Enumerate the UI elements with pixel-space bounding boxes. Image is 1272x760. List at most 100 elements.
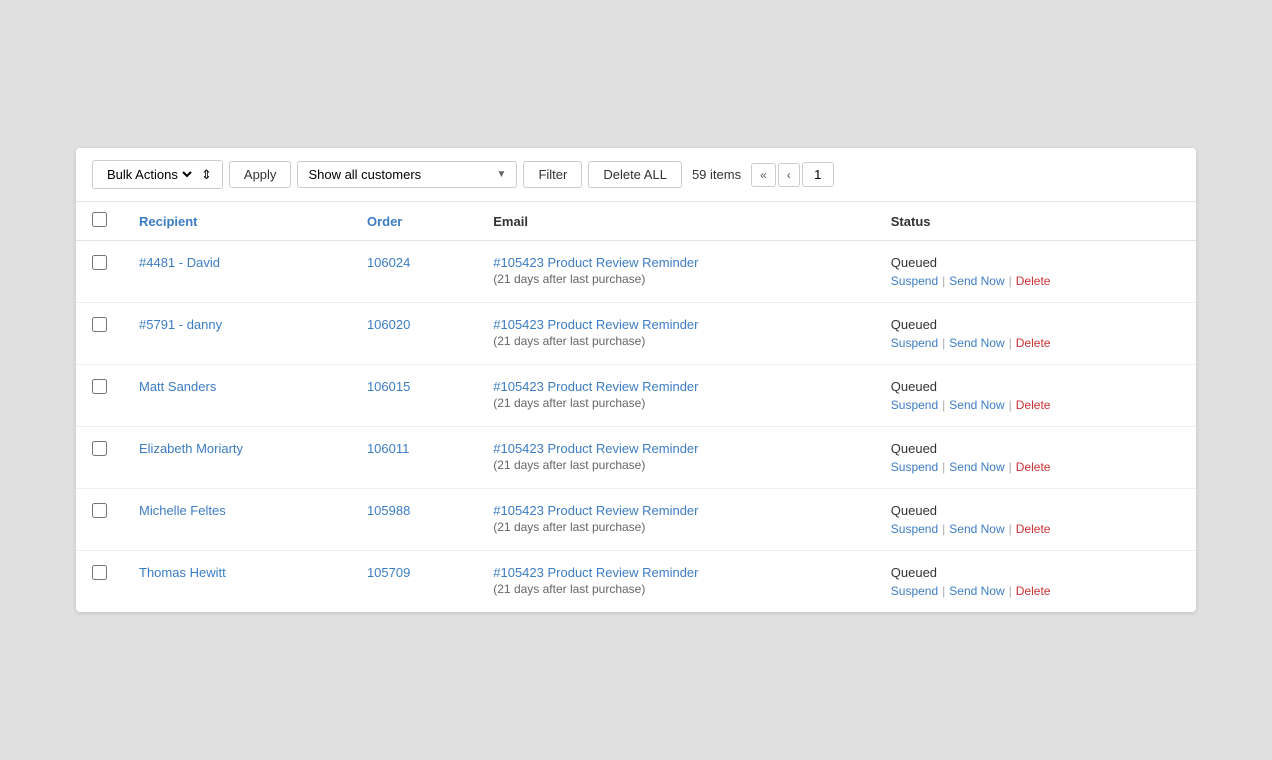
- queue-table: Recipient Order Email Status #4481 - Dav…: [76, 202, 1196, 612]
- delete-link[interactable]: Delete: [1016, 522, 1051, 536]
- recipient-link[interactable]: Matt Sanders: [139, 379, 216, 394]
- filter-button[interactable]: Filter: [523, 161, 582, 188]
- recipient-cell: Elizabeth Moriarty: [123, 427, 351, 489]
- bulk-actions-select[interactable]: Bulk Actions: [103, 166, 195, 183]
- recipient-link[interactable]: Elizabeth Moriarty: [139, 441, 243, 456]
- separator: |: [1009, 460, 1012, 474]
- recipient-cell: #4481 - David: [123, 241, 351, 303]
- send-now-link[interactable]: Send Now: [949, 398, 1004, 412]
- table-row: Thomas Hewitt 105709 #105423 Product Revi…: [76, 551, 1196, 613]
- separator: |: [1009, 336, 1012, 350]
- email-cell: #105423 Product Review Reminder (21 days…: [477, 303, 875, 365]
- page-number-input[interactable]: [802, 162, 834, 187]
- recipient-cell: Michelle Feltes: [123, 489, 351, 551]
- prev-page-button[interactable]: ‹: [778, 163, 800, 187]
- recipient-header[interactable]: Recipient: [123, 202, 351, 241]
- row-checkbox-cell[interactable]: [76, 365, 123, 427]
- order-link[interactable]: 106024: [367, 255, 410, 270]
- delete-link[interactable]: Delete: [1016, 398, 1051, 412]
- table-row: Michelle Feltes 105988 #105423 Product Re…: [76, 489, 1196, 551]
- recipient-link[interactable]: #5791 - danny: [139, 317, 222, 332]
- suspend-link[interactable]: Suspend: [891, 274, 938, 288]
- select-all-checkbox[interactable]: [92, 212, 107, 227]
- email-subject-link[interactable]: #105423 Product Review Reminder: [493, 317, 698, 332]
- suspend-link[interactable]: Suspend: [891, 336, 938, 350]
- select-all-header[interactable]: [76, 202, 123, 241]
- separator: |: [942, 336, 945, 350]
- delete-link[interactable]: Delete: [1016, 274, 1051, 288]
- order-link[interactable]: 105988: [367, 503, 410, 518]
- bulk-actions-wrapper[interactable]: Bulk Actions ⇕: [92, 160, 223, 189]
- apply-button[interactable]: Apply: [229, 161, 292, 188]
- row-checkbox[interactable]: [92, 565, 107, 580]
- send-now-link[interactable]: Send Now: [949, 522, 1004, 536]
- status-actions: Suspend | Send Now | Delete: [891, 522, 1180, 536]
- status-cell: Queued Suspend | Send Now | Delete: [875, 365, 1196, 427]
- row-checkbox[interactable]: [92, 441, 107, 456]
- status-cell: Queued Suspend | Send Now | Delete: [875, 489, 1196, 551]
- row-checkbox[interactable]: [92, 255, 107, 270]
- separator: |: [1009, 522, 1012, 536]
- first-page-button[interactable]: «: [751, 163, 776, 187]
- status-text: Queued: [891, 255, 1180, 270]
- status-cell: Queued Suspend | Send Now | Delete: [875, 241, 1196, 303]
- recipient-cell: Thomas Hewitt: [123, 551, 351, 613]
- row-checkbox-cell[interactable]: [76, 489, 123, 551]
- chevron-down-icon: ▼: [497, 169, 507, 180]
- recipient-link[interactable]: Michelle Feltes: [139, 503, 226, 518]
- send-now-link[interactable]: Send Now: [949, 274, 1004, 288]
- order-link[interactable]: 105709: [367, 565, 410, 580]
- recipient-link[interactable]: Thomas Hewitt: [139, 565, 226, 580]
- filter-dropdown[interactable]: Show all customers ▼: [297, 161, 517, 188]
- send-now-link[interactable]: Send Now: [949, 336, 1004, 350]
- main-panel: Bulk Actions ⇕ Apply Show all customers …: [76, 148, 1196, 612]
- separator: |: [942, 522, 945, 536]
- email-subject-link[interactable]: #105423 Product Review Reminder: [493, 379, 698, 394]
- recipient-cell: #5791 - danny: [123, 303, 351, 365]
- order-cell: 106024: [351, 241, 477, 303]
- email-note: (21 days after last purchase): [493, 458, 859, 472]
- suspend-link[interactable]: Suspend: [891, 398, 938, 412]
- suspend-link[interactable]: Suspend: [891, 460, 938, 474]
- email-subject-link[interactable]: #105423 Product Review Reminder: [493, 503, 698, 518]
- separator: |: [1009, 398, 1012, 412]
- order-cell: 105988: [351, 489, 477, 551]
- email-note: (21 days after last purchase): [493, 520, 859, 534]
- email-header: Email: [477, 202, 875, 241]
- email-subject-link[interactable]: #105423 Product Review Reminder: [493, 565, 698, 580]
- row-checkbox-cell[interactable]: [76, 241, 123, 303]
- delete-link[interactable]: Delete: [1016, 584, 1051, 598]
- status-text: Queued: [891, 317, 1180, 332]
- suspend-link[interactable]: Suspend: [891, 522, 938, 536]
- order-link[interactable]: 106015: [367, 379, 410, 394]
- email-cell: #105423 Product Review Reminder (21 days…: [477, 427, 875, 489]
- send-now-link[interactable]: Send Now: [949, 584, 1004, 598]
- row-checkbox-cell[interactable]: [76, 303, 123, 365]
- status-text: Queued: [891, 503, 1180, 518]
- row-checkbox[interactable]: [92, 317, 107, 332]
- row-checkbox-cell[interactable]: [76, 427, 123, 489]
- send-now-link[interactable]: Send Now: [949, 460, 1004, 474]
- separator: |: [1009, 274, 1012, 288]
- delete-link[interactable]: Delete: [1016, 336, 1051, 350]
- email-cell: #105423 Product Review Reminder (21 days…: [477, 489, 875, 551]
- email-subject-link[interactable]: #105423 Product Review Reminder: [493, 255, 698, 270]
- order-link[interactable]: 106020: [367, 317, 410, 332]
- row-checkbox[interactable]: [92, 503, 107, 518]
- order-cell: 106011: [351, 427, 477, 489]
- email-note: (21 days after last purchase): [493, 396, 859, 410]
- separator: |: [942, 398, 945, 412]
- row-checkbox-cell[interactable]: [76, 551, 123, 613]
- email-cell: #105423 Product Review Reminder (21 days…: [477, 551, 875, 613]
- email-cell: #105423 Product Review Reminder (21 days…: [477, 241, 875, 303]
- status-cell: Queued Suspend | Send Now | Delete: [875, 427, 1196, 489]
- order-cell: 106015: [351, 365, 477, 427]
- delete-link[interactable]: Delete: [1016, 460, 1051, 474]
- row-checkbox[interactable]: [92, 379, 107, 394]
- order-header[interactable]: Order: [351, 202, 477, 241]
- email-subject-link[interactable]: #105423 Product Review Reminder: [493, 441, 698, 456]
- delete-all-button[interactable]: Delete ALL: [588, 161, 682, 188]
- suspend-link[interactable]: Suspend: [891, 584, 938, 598]
- recipient-link[interactable]: #4481 - David: [139, 255, 220, 270]
- order-link[interactable]: 106011: [367, 441, 409, 456]
